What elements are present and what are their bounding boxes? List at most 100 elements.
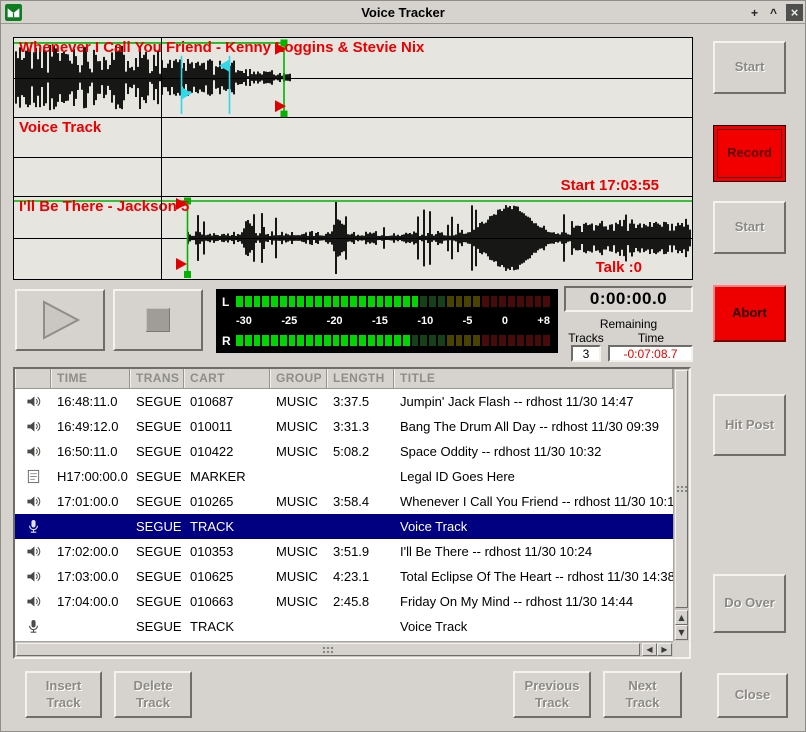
log-table: TIME TRANS CART GROUP LENGTH TITLE 16:48… bbox=[13, 367, 691, 659]
cell-length: 3:58.4 bbox=[327, 494, 394, 509]
cell-trans: SEGUE bbox=[130, 569, 184, 584]
cell-time: H17:00:00.0 bbox=[51, 469, 130, 484]
cell-cart: 010625 bbox=[184, 569, 270, 584]
scroll-left-icon[interactable]: ◀ bbox=[642, 643, 657, 656]
start-button-1[interactable]: Start bbox=[713, 41, 786, 94]
vertical-scrollbar-thumb[interactable] bbox=[675, 370, 688, 608]
cell-time: 16:49:12.0 bbox=[51, 419, 130, 434]
play-button[interactable] bbox=[15, 289, 105, 351]
cell-title: Legal ID Goes Here bbox=[394, 469, 673, 484]
log-row[interactable]: 17:02:00.0SEGUE010353MUSIC3:51.9I'll Be … bbox=[15, 539, 673, 564]
delete-track-button[interactable]: Delete Track bbox=[114, 671, 192, 718]
log-row[interactable]: 17:04:00.0SEGUE010663MUSIC2:45.8Friday O… bbox=[15, 589, 673, 614]
horizontal-scrollbar-thumb[interactable] bbox=[16, 643, 640, 656]
cell-trans: SEGUE bbox=[130, 619, 184, 634]
meter-right-label: R bbox=[222, 334, 236, 348]
log-row[interactable]: SEGUETRACKVoice Track bbox=[15, 514, 673, 539]
track-panel-1[interactable]: Whenever I Call You Friend - Kenny Loggi… bbox=[14, 38, 692, 118]
stop-button[interactable] bbox=[113, 289, 203, 351]
track-panel-3[interactable]: I'll Be There - Jackson 5 Talk :0 bbox=[14, 197, 692, 279]
close-button[interactable]: Close bbox=[717, 673, 788, 718]
speaker-icon bbox=[15, 494, 51, 509]
log-row[interactable]: 16:49:12.0SEGUE010011MUSIC3:31.3Bang The… bbox=[15, 414, 673, 439]
cell-group: MUSIC bbox=[270, 419, 327, 434]
header-title: TITLE bbox=[394, 369, 673, 388]
log-row[interactable]: H17:00:00.0SEGUEMARKERLegal ID Goes Here bbox=[15, 464, 673, 489]
log-row[interactable]: 17:03:00.0SEGUE010625MUSIC4:23.1Total Ec… bbox=[15, 564, 673, 589]
cell-title: Total Eclipse Of The Heart -- rdhost 11/… bbox=[394, 569, 673, 584]
cell-group: MUSIC bbox=[270, 594, 327, 609]
shade-icon[interactable]: ^ bbox=[765, 4, 782, 21]
speaker-icon bbox=[15, 594, 51, 609]
cell-trans: SEGUE bbox=[130, 394, 184, 409]
next-track-button[interactable]: Next Track bbox=[603, 671, 682, 718]
cell-trans: SEGUE bbox=[130, 444, 184, 459]
meter-tick: -15 bbox=[372, 315, 388, 327]
waveform-editor[interactable]: Whenever I Call You Friend - Kenny Loggi… bbox=[13, 37, 693, 280]
log-row[interactable]: SEGUETRACKVoice Track bbox=[15, 614, 673, 639]
speaker-icon bbox=[15, 544, 51, 559]
insert-track-button[interactable]: Insert Track bbox=[25, 671, 102, 718]
pin-icon[interactable]: + bbox=[746, 4, 763, 21]
cell-length: 3:31.3 bbox=[327, 419, 394, 434]
horizontal-scrollbar[interactable]: ◀ ▶ bbox=[15, 641, 673, 657]
abort-button[interactable]: Abort bbox=[713, 285, 786, 342]
cell-length: 4:23.1 bbox=[327, 569, 394, 584]
meter-tick: -5 bbox=[463, 315, 473, 327]
window-title: Voice Tracker bbox=[1, 5, 805, 20]
cell-cart: 010663 bbox=[184, 594, 270, 609]
talk-annotation: Talk :0 bbox=[596, 259, 642, 276]
cell-group: MUSIC bbox=[270, 569, 327, 584]
previous-track-button[interactable]: Previous Track bbox=[513, 671, 591, 718]
cell-title: Bang The Drum All Day -- rdhost 11/30 09… bbox=[394, 419, 673, 434]
log-row[interactable]: 16:48:11.0SEGUE010687MUSIC3:37.5Jumpin' … bbox=[15, 389, 673, 414]
cell-cart: 010011 bbox=[184, 419, 270, 434]
cell-trans: SEGUE bbox=[130, 544, 184, 559]
vertical-scrollbar[interactable]: ▲ ▼ bbox=[673, 369, 689, 641]
header-trans: TRANS bbox=[130, 369, 184, 388]
cell-length: 3:37.5 bbox=[327, 394, 394, 409]
header-icon-column bbox=[15, 369, 51, 388]
log-row[interactable]: 17:01:00.0SEGUE010265MUSIC3:58.4Whenever… bbox=[15, 489, 673, 514]
speaker-icon bbox=[15, 444, 51, 459]
audio-level-meter: L -30-25-20-15-10-50+8 R bbox=[216, 289, 558, 353]
titlebar[interactable]: Voice Tracker + ^ × bbox=[1, 1, 805, 24]
meter-tick: 0 bbox=[502, 315, 508, 327]
cell-title: I'll Be There -- rdhost 11/30 10:24 bbox=[394, 544, 673, 559]
cell-length: 3:51.9 bbox=[327, 544, 394, 559]
cell-group: MUSIC bbox=[270, 444, 327, 459]
remaining-time-label: Time bbox=[621, 331, 681, 345]
hit-post-button[interactable]: Hit Post bbox=[713, 394, 786, 456]
log-rows: 16:48:11.0SEGUE010687MUSIC3:37.5Jumpin' … bbox=[15, 389, 673, 641]
cell-title: Whenever I Call You Friend -- rdhost 11/… bbox=[394, 494, 673, 509]
track-2-title: Voice Track bbox=[19, 119, 101, 136]
log-row[interactable]: 16:50:11.0SEGUE010422MUSIC5:08.2Space Od… bbox=[15, 439, 673, 464]
scroll-right-icon[interactable]: ▶ bbox=[657, 643, 672, 656]
header-length: LENGTH bbox=[327, 369, 394, 388]
scroll-up-icon[interactable]: ▲ bbox=[675, 610, 688, 625]
start-button-2[interactable]: Start bbox=[713, 201, 786, 254]
close-window-icon[interactable]: × bbox=[786, 4, 803, 21]
play-icon bbox=[32, 298, 88, 342]
cell-cart: 010353 bbox=[184, 544, 270, 559]
cell-time: 17:04:00.0 bbox=[51, 594, 130, 609]
track-panel-2[interactable]: Voice Track Start 17:03:55 bbox=[14, 118, 692, 197]
meter-scale: -30-25-20-15-10-50+8 bbox=[236, 315, 550, 328]
header-cart: CART bbox=[184, 369, 270, 388]
remaining-tracks-label: Tracks bbox=[556, 331, 616, 345]
meter-tick: -10 bbox=[417, 315, 433, 327]
meter-left-bar bbox=[236, 296, 550, 307]
scroll-down-icon[interactable]: ▼ bbox=[675, 625, 688, 640]
header-time: TIME bbox=[51, 369, 130, 388]
remaining-label: Remaining bbox=[564, 317, 693, 331]
record-button[interactable]: Record bbox=[713, 125, 786, 182]
meter-tick: -20 bbox=[327, 315, 343, 327]
scrollbar-corner bbox=[673, 641, 689, 657]
cell-length: 2:45.8 bbox=[327, 594, 394, 609]
cell-cart: 010422 bbox=[184, 444, 270, 459]
log-header: TIME TRANS CART GROUP LENGTH TITLE bbox=[15, 369, 673, 389]
speaker-icon bbox=[15, 394, 51, 409]
do-over-button[interactable]: Do Over bbox=[713, 574, 786, 633]
meter-tick: -30 bbox=[236, 315, 252, 327]
header-group: GROUP bbox=[270, 369, 327, 388]
